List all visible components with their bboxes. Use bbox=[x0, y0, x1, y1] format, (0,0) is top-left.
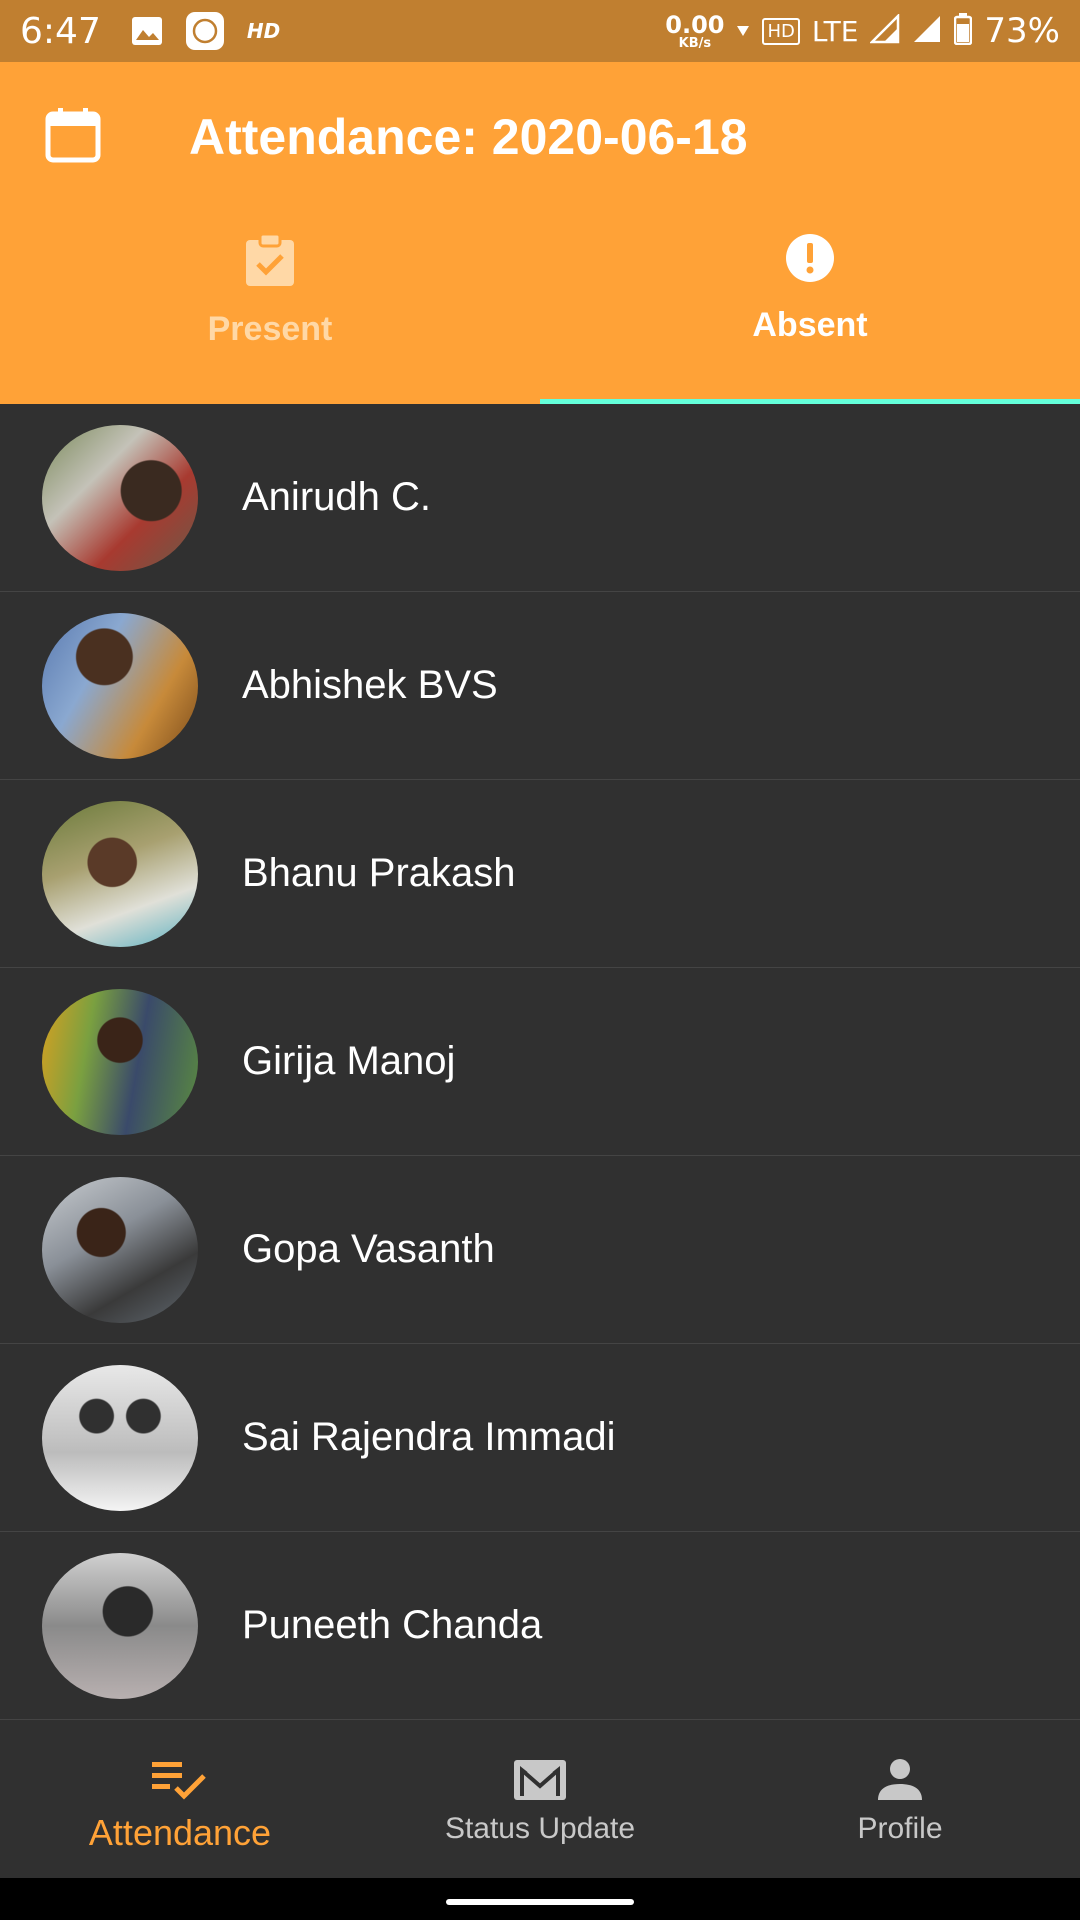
network-speed-value: 0.00 bbox=[665, 10, 725, 39]
student-name: Girija Manoj bbox=[242, 1039, 456, 1083]
hd-voice-badge: HD bbox=[762, 17, 800, 45]
avatar bbox=[42, 988, 198, 1135]
list-item[interactable]: Abhishek BVS bbox=[0, 592, 1080, 780]
avatar bbox=[42, 1552, 198, 1699]
checklist-icon bbox=[0, 1758, 360, 1802]
network-speed: 0.00 KB/s bbox=[665, 13, 724, 50]
avatar bbox=[42, 800, 198, 947]
list-item[interactable]: Sai Rajendra Immadi bbox=[0, 1344, 1080, 1532]
avatar bbox=[42, 1176, 198, 1323]
student-name: Sai Rajendra Immadi bbox=[242, 1415, 616, 1459]
student-name: Bhanu Prakash bbox=[242, 851, 516, 895]
list-item[interactable]: Girija Manoj bbox=[0, 968, 1080, 1156]
bottom-navigation: Attendance Status Update Profile bbox=[0, 1728, 1080, 1878]
student-name: Puneeth Chanda bbox=[242, 1603, 543, 1647]
avatar bbox=[42, 1364, 198, 1511]
mail-icon bbox=[360, 1758, 720, 1802]
gallery-icon bbox=[131, 16, 163, 46]
avatar bbox=[42, 612, 198, 759]
app-bar: Attendance: 2020-06-18 Present Absent bbox=[0, 62, 1080, 404]
calendar-icon[interactable] bbox=[44, 106, 102, 164]
hd-indicator: HD bbox=[246, 19, 281, 43]
signal-icon bbox=[869, 12, 900, 48]
mi-app-icon bbox=[185, 11, 225, 51]
page-title: Attendance: 2020-06-18 bbox=[189, 109, 748, 165]
data-arrow-icon bbox=[736, 22, 750, 41]
tab-present[interactable]: Present bbox=[0, 232, 540, 404]
absent-student-list: Anirudh C. Abhishek BVS Bhanu Prakash Gi… bbox=[0, 404, 1080, 1720]
battery-percent: 73% bbox=[984, 11, 1060, 51]
nav-attendance[interactable]: Attendance bbox=[0, 1728, 360, 1878]
status-time: 6:47 bbox=[20, 10, 101, 52]
battery-icon bbox=[954, 13, 973, 49]
avatar bbox=[42, 424, 198, 571]
nav-attendance-label: Attendance bbox=[88, 1812, 272, 1853]
nav-status-update-label: Status Update bbox=[444, 1812, 636, 1845]
tab-absent[interactable]: Absent bbox=[540, 232, 1080, 404]
nav-profile[interactable]: Profile bbox=[720, 1728, 1080, 1878]
home-gesture-bar[interactable] bbox=[446, 1899, 634, 1905]
nav-status-update[interactable]: Status Update bbox=[360, 1728, 720, 1878]
tab-present-label: Present bbox=[207, 310, 333, 348]
list-item[interactable]: Puneeth Chanda bbox=[0, 1532, 1080, 1720]
student-name: Abhishek BVS bbox=[242, 663, 498, 707]
clipboard-check-icon bbox=[0, 232, 540, 288]
tab-absent-label: Absent bbox=[752, 306, 868, 344]
list-item[interactable]: Bhanu Prakash bbox=[0, 780, 1080, 968]
network-type: LTE bbox=[811, 14, 859, 48]
student-name: Anirudh C. bbox=[242, 475, 431, 519]
network-speed-unit: KB/s bbox=[678, 35, 712, 51]
alert-circle-icon bbox=[540, 232, 1080, 284]
nav-profile-label: Profile bbox=[857, 1812, 943, 1845]
person-icon bbox=[720, 1758, 1080, 1802]
status-bar: 6:47 HD 0.00 KB/s HD LTE 73% bbox=[0, 0, 1080, 62]
list-item[interactable]: Anirudh C. bbox=[0, 404, 1080, 592]
student-name: Gopa Vasanth bbox=[242, 1227, 495, 1271]
signal-icon-2 bbox=[912, 14, 942, 48]
list-item[interactable]: Gopa Vasanth bbox=[0, 1156, 1080, 1344]
